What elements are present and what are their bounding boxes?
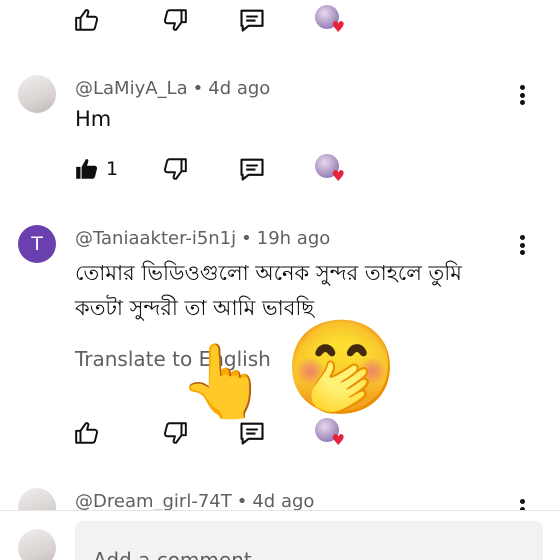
comment-text: Hm <box>75 107 112 131</box>
comment-time: 4d ago <box>252 491 315 512</box>
comment-meta: @LaMiyA_La • 4d ago <box>75 78 271 99</box>
comment-meta: @Taniaakter-i5n1j • 19h ago <box>75 228 331 249</box>
thumb-up-icon <box>75 422 99 444</box>
creator-heart-icon: ♥ <box>315 418 345 448</box>
comment-text-line-1: তোমার ভিডিওগুলো অনেক সুন্দর তাহলে তুমি <box>75 261 462 285</box>
thumb-down-icon <box>163 158 187 180</box>
comment-composer: Add a comment... <box>0 510 560 560</box>
creator-heart-icon: ♥ <box>315 154 345 184</box>
comment-menu-icon[interactable] <box>512 82 532 108</box>
dislike-button[interactable] <box>162 2 188 38</box>
like-count: 1 <box>106 158 119 180</box>
reply-button[interactable] <box>238 151 266 187</box>
reply-button[interactable] <box>238 2 266 38</box>
comment-text-line-2: কতটা সুন্দরী তা আমি ভাবছি <box>75 296 315 320</box>
comment-time: 19h ago <box>256 228 331 249</box>
creator-heart-icon: ♥ <box>315 5 345 35</box>
action-row: ♥ <box>0 415 560 455</box>
thumb-down-icon <box>163 422 187 444</box>
comment-author[interactable]: @LaMiyA_La <box>75 78 188 99</box>
like-button[interactable] <box>74 2 100 38</box>
like-button[interactable]: 1 <box>74 151 118 187</box>
add-comment-input[interactable]: Add a comment... <box>75 521 543 560</box>
comment-author[interactable]: @Dream_girl-74T <box>75 491 232 512</box>
action-row-top: ♥ <box>0 2 560 42</box>
comment-time: 4d ago <box>208 78 271 99</box>
avatar[interactable]: T <box>18 225 56 263</box>
user-avatar[interactable] <box>18 529 56 560</box>
reply-icon <box>240 158 264 181</box>
laughing-face-icon: 🤭 <box>284 314 399 421</box>
like-button[interactable] <box>74 415 100 451</box>
pointing-hand-icon: 👆 <box>178 339 268 423</box>
action-row: 1 ♥ <box>0 151 560 191</box>
dislike-button[interactable] <box>162 151 188 187</box>
comment-author[interactable]: @Taniaakter-i5n1j <box>75 228 236 249</box>
thumb-down-icon <box>163 9 187 31</box>
reply-icon <box>240 422 264 445</box>
reply-icon <box>240 9 264 32</box>
comment-menu-icon[interactable] <box>512 232 532 258</box>
thumb-up-icon <box>75 9 99 31</box>
thumb-up-filled-icon <box>76 159 98 179</box>
avatar[interactable] <box>18 75 56 113</box>
comment-meta: @Dream_girl-74T • 4d ago <box>75 491 315 512</box>
